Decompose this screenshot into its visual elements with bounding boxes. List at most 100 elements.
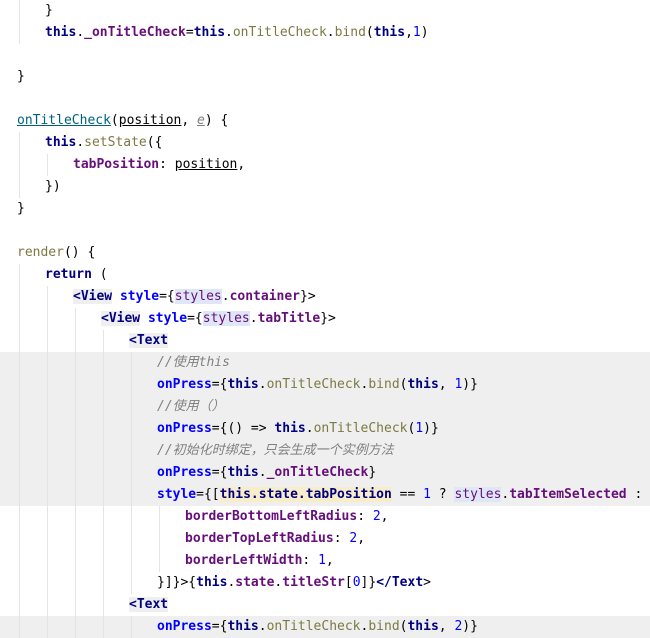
code-line[interactable]: this._onTitleCheck=this.onTitleCheck.bin… xyxy=(0,22,650,44)
code-text: //初始化时绑定，只会生成一个实例方法 xyxy=(157,440,394,462)
code-text: onPress={this.onTitleCheck.bind(this, 1)… xyxy=(157,374,478,396)
indent-guide xyxy=(75,594,76,616)
code-line[interactable]: onTitleCheck(position, e) { xyxy=(0,110,650,132)
indent-guide xyxy=(19,22,20,44)
code-line[interactable]: <View style={styles.container}> xyxy=(0,286,650,308)
code-text: }) xyxy=(45,176,61,198)
indent-guide xyxy=(19,572,20,594)
code-text: style={[this.state.tabPosition == 1 ? st… xyxy=(157,484,650,506)
code-line[interactable]: borderTopLeftRadius: 2, xyxy=(0,528,650,550)
indent-guide xyxy=(131,352,132,374)
indent-guide xyxy=(19,132,20,154)
indent-guide xyxy=(131,462,132,484)
indent-guide xyxy=(75,308,76,330)
code-token: e xyxy=(197,113,205,128)
indent-guide xyxy=(159,506,160,528)
code-line[interactable]: borderLeftWidth: 1, xyxy=(0,550,650,572)
code-line[interactable]: //使用（） xyxy=(0,396,650,418)
code-text: render() { xyxy=(17,242,95,264)
indent-guide xyxy=(47,308,48,330)
code-token: 2 xyxy=(372,509,381,524)
code-token: () { xyxy=(63,245,96,260)
indent-guide xyxy=(19,330,20,352)
indent-guide xyxy=(103,550,104,572)
indent-guide xyxy=(103,594,104,616)
code-line[interactable]: } xyxy=(0,0,650,22)
indent-guide xyxy=(19,308,20,330)
code-token: styles xyxy=(174,289,222,304)
code-token: : xyxy=(302,553,319,568)
code-line[interactable]: }]}>{this.state.titleStr[0]}</Text> xyxy=(0,572,650,594)
code-line[interactable]: <View style={styles.tabTitle}> xyxy=(0,308,650,330)
code-token: this xyxy=(193,25,226,40)
code-line[interactable]: tabPosition: position, xyxy=(0,154,650,176)
code-token: : xyxy=(159,157,175,172)
indent-guide xyxy=(131,440,132,462)
code-editor[interactable]: } this._onTitleCheck=this.onTitleCheck.bi… xyxy=(0,0,650,638)
code-token: this xyxy=(196,575,228,590)
code-line[interactable] xyxy=(0,220,650,242)
code-line[interactable]: onPress={this.onTitleCheck.bind(this, 1)… xyxy=(0,374,650,396)
code-line[interactable]: //使用this xyxy=(0,352,650,374)
code-line[interactable]: return ( xyxy=(0,264,650,286)
code-line[interactable]: this.setState({ xyxy=(0,132,650,154)
code-line[interactable] xyxy=(0,44,650,66)
code-token: } xyxy=(368,465,377,480)
code-token: state xyxy=(235,575,275,590)
indent-guide xyxy=(103,440,104,462)
indent-guide xyxy=(47,528,48,550)
code-text: <Text xyxy=(129,330,169,352)
code-token: 1 xyxy=(423,487,431,502)
code-line[interactable]: } xyxy=(0,198,650,220)
code-text: borderBottomLeftRadius: 2, xyxy=(185,506,389,528)
code-line[interactable]: render() { xyxy=(0,242,650,264)
code-token: onPress xyxy=(157,465,212,480)
code-token: this xyxy=(373,25,406,40)
indent-guide xyxy=(19,418,20,440)
code-token: this xyxy=(45,25,77,40)
code-token: ={[ xyxy=(196,487,220,502)
indent-guide xyxy=(75,572,76,594)
code-text: }]}>{this.state.titleStr[0]}</Text> xyxy=(157,572,431,594)
indent-guide xyxy=(47,594,48,616)
code-line[interactable] xyxy=(0,88,650,110)
indent-guide xyxy=(103,352,104,374)
code-token: _onTitleCheck xyxy=(266,465,369,480)
code-line[interactable]: } xyxy=(0,66,650,88)
code-token: //使用（） xyxy=(157,399,225,414)
indent-guide xyxy=(47,374,48,396)
code-line[interactable]: }) xyxy=(0,176,650,198)
indent-guide xyxy=(19,374,20,396)
indent-guide xyxy=(75,330,76,352)
code-token: , xyxy=(237,157,246,172)
code-line[interactable]: onPress={this._onTitleCheck} xyxy=(0,462,650,484)
code-line[interactable]: //初始化时绑定，只会生成一个实例方法 xyxy=(0,440,650,462)
code-token: onTitleCheck xyxy=(266,619,361,634)
code-line[interactable]: <Text xyxy=(0,330,650,352)
code-line[interactable]: <Text xyxy=(0,594,650,616)
code-line[interactable]: onPress={() => this.onTitleCheck(1)} xyxy=(0,418,650,440)
code-token: , xyxy=(380,509,389,524)
indent-guide xyxy=(131,528,132,550)
code-token: this xyxy=(274,421,306,436)
indent-guide xyxy=(131,484,132,506)
code-token: <View xyxy=(101,311,141,326)
code-token: }> xyxy=(320,311,336,326)
code-token: )} xyxy=(462,377,478,392)
indent-guide xyxy=(47,286,48,308)
code-token: <Text xyxy=(129,333,169,348)
code-token: = xyxy=(185,25,194,40)
indent-guide xyxy=(47,396,48,418)
indent-guide xyxy=(131,418,132,440)
code-line[interactable]: style={[this.state.tabPosition == 1 ? st… xyxy=(0,484,650,506)
indent-guide xyxy=(19,176,20,198)
indent-guide xyxy=(19,440,20,462)
indent-guide xyxy=(103,330,104,352)
indent-guide xyxy=(75,506,76,528)
code-token: }> xyxy=(300,289,316,304)
code-text: onTitleCheck(position, e) { xyxy=(17,110,228,132)
code-line[interactable]: borderBottomLeftRadius: 2, xyxy=(0,506,650,528)
code-token: [ xyxy=(344,575,353,590)
indent-guide xyxy=(19,462,20,484)
